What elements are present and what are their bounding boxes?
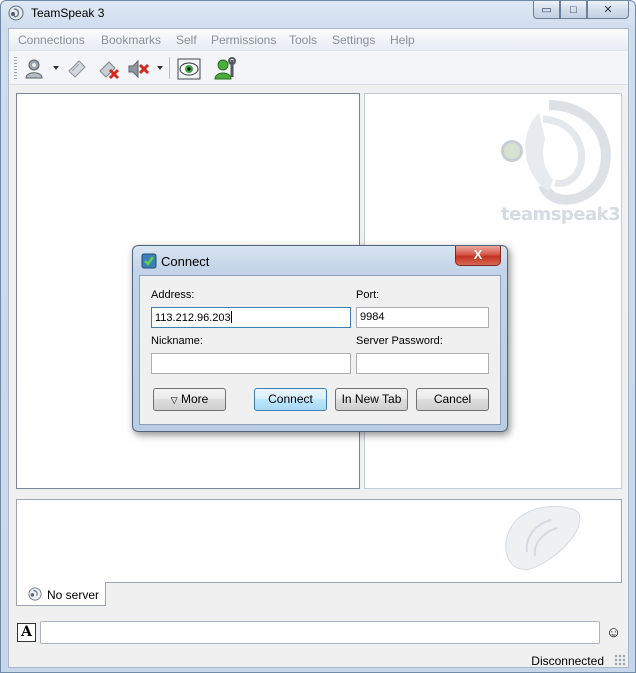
- menu-settings[interactable]: Settings: [332, 33, 375, 47]
- teamspeak-logo-text: teamspeak3: [501, 204, 621, 225]
- dialog-title: Connect: [161, 254, 210, 269]
- more-button[interactable]: ▽ More: [153, 388, 226, 411]
- maximize-button[interactable]: □: [560, 1, 587, 19]
- resize-grip[interactable]: [614, 654, 626, 666]
- dialog-body: Address: 113.212.96.203 Port: 9984 Nickn…: [139, 275, 501, 425]
- tab-label: No server: [47, 588, 100, 602]
- away-eye-icon[interactable]: [177, 57, 201, 81]
- window-title: TeamSpeak 3: [31, 6, 105, 20]
- chat-message-input[interactable]: [40, 621, 600, 644]
- address-input[interactable]: 113.212.96.203: [151, 307, 351, 328]
- connection-status: Disconnected: [531, 654, 604, 668]
- nickname-label: Nickname:: [151, 335, 203, 347]
- address-label: Address:: [151, 289, 195, 301]
- text-caret: [230, 311, 232, 323]
- server-password-label: Server Password:: [356, 335, 443, 347]
- expand-arrow-icon: ▽: [170, 395, 178, 405]
- menu-help[interactable]: Help: [390, 33, 415, 47]
- menu-bookmarks[interactable]: Bookmarks: [101, 33, 161, 47]
- in-new-tab-button[interactable]: In New Tab: [335, 388, 408, 411]
- port-input[interactable]: 9984: [356, 307, 489, 328]
- close-icon: X: [473, 247, 483, 262]
- nickname-input[interactable]: [151, 353, 351, 374]
- text-format-button[interactable]: A: [17, 623, 36, 642]
- connect-button[interactable]: Connect: [254, 388, 327, 411]
- mute-speakers-icon[interactable]: [127, 57, 151, 81]
- connect-dialog: Connect X Address: 113.212.96.203 Port: …: [132, 245, 508, 432]
- identity-settings-icon[interactable]: [214, 57, 238, 81]
- connect-dropdown-icon[interactable]: [53, 66, 59, 70]
- minimize-icon: ▭: [541, 4, 552, 16]
- menu-tools[interactable]: Tools: [289, 33, 317, 47]
- disconnect-icon[interactable]: [97, 57, 121, 81]
- more-button-label: More: [180, 392, 209, 406]
- connect-icon[interactable]: [23, 57, 47, 81]
- address-value: 113.212.96.203: [155, 312, 231, 324]
- bookmark-icon[interactable]: [65, 57, 89, 81]
- toolbar: [9, 51, 628, 85]
- minimize-button[interactable]: ▭: [533, 1, 560, 19]
- tab-no-server[interactable]: No server: [16, 582, 106, 606]
- dialog-close-button[interactable]: X: [455, 246, 501, 266]
- server-tab-icon: [28, 587, 42, 601]
- server-password-input[interactable]: [356, 353, 489, 374]
- chat-log-panel[interactable]: [16, 499, 622, 583]
- toolbar-grip[interactable]: [14, 57, 17, 79]
- main-window: TeamSpeak 3 ▭ □ ✕ Connections Bookmarks …: [0, 0, 636, 673]
- menu-self[interactable]: Self: [176, 33, 197, 47]
- maximize-icon: □: [570, 3, 577, 16]
- caption-buttons: ▭ □ ✕: [533, 1, 629, 20]
- close-button[interactable]: ✕: [587, 1, 629, 19]
- smiley-icon[interactable]: ☺: [606, 625, 621, 640]
- status-bar: Disconnected: [9, 649, 628, 668]
- menu-permissions[interactable]: Permissions: [211, 33, 276, 47]
- title-bar[interactable]: TeamSpeak 3 ▭ □ ✕: [1, 1, 635, 25]
- mute-dropdown-icon[interactable]: [157, 66, 163, 70]
- cancel-button[interactable]: Cancel: [416, 388, 489, 411]
- port-label: Port:: [356, 289, 380, 301]
- close-icon: ✕: [603, 4, 613, 16]
- menu-bar: Connections Bookmarks Self Permissions T…: [9, 29, 628, 51]
- connect-dialog-icon: [141, 253, 157, 269]
- toolbar-separator: [169, 57, 170, 79]
- teamspeak-app-icon: [8, 5, 24, 21]
- menu-connections[interactable]: Connections: [18, 33, 85, 47]
- chat-watermark-icon: [505, 506, 581, 571]
